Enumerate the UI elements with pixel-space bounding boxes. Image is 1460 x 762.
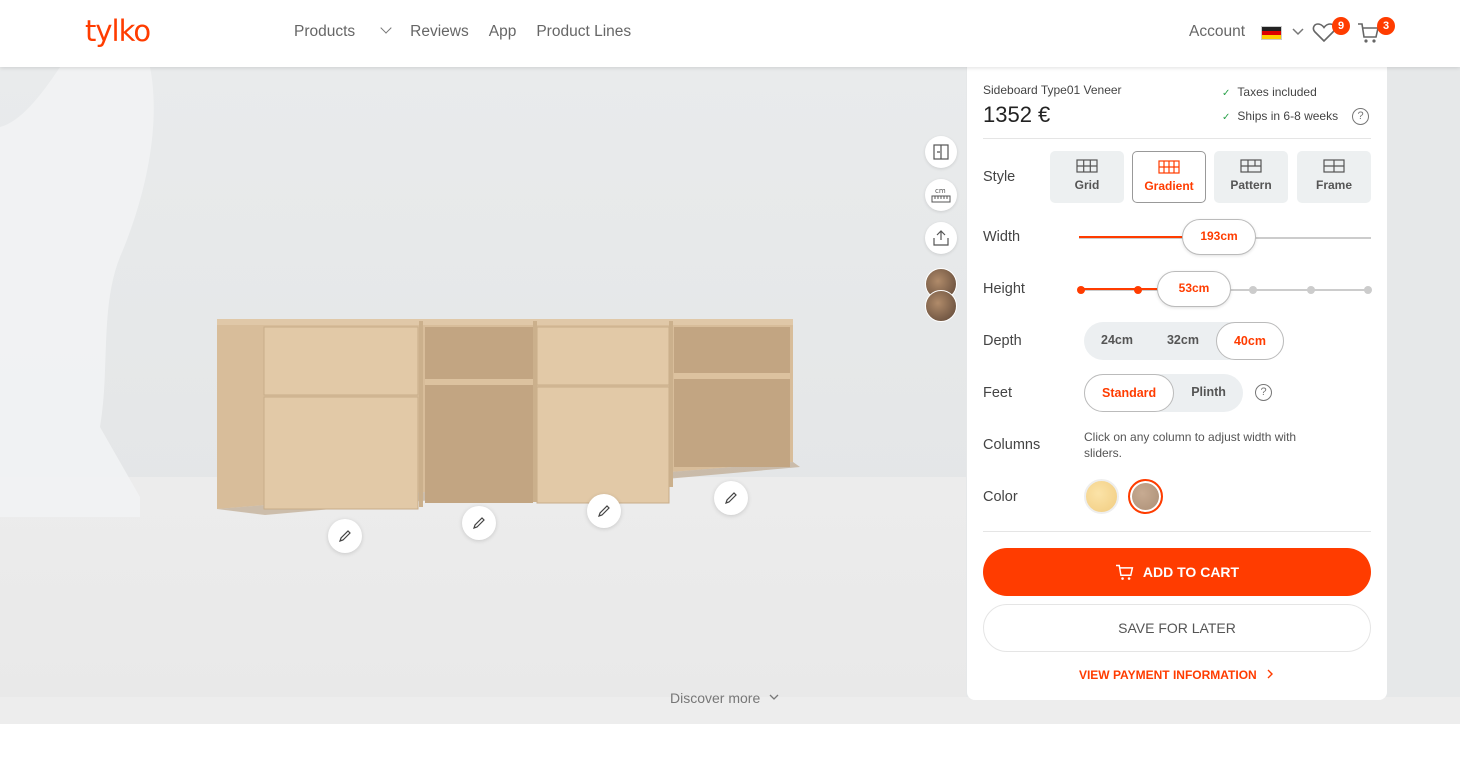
help-icon[interactable]: ?: [1255, 384, 1272, 401]
depth-option-24[interactable]: 24cm: [1084, 322, 1150, 360]
width-slider-handle[interactable]: 193cm: [1182, 219, 1256, 255]
nav-reviews[interactable]: Reviews: [410, 23, 469, 41]
germany-flag-icon[interactable]: [1261, 26, 1282, 40]
save-for-later-button[interactable]: SAVE FOR LATER: [983, 604, 1371, 652]
style-pattern-label: Pattern: [1230, 178, 1272, 192]
check-icon: ✓: [1222, 88, 1231, 99]
dimensions-icon: cm: [931, 187, 951, 203]
product-name: Sideboard Type01 Veneer: [983, 83, 1122, 97]
shipping-time: ✓ Ships in 6-8 weeks: [1222, 109, 1338, 123]
style-frame-label: Frame: [1315, 178, 1353, 192]
taxes-included-label: Taxes included: [1237, 85, 1317, 99]
main-nav: Products Reviews App Product Lines: [294, 22, 651, 41]
height-step[interactable]: [1249, 286, 1257, 294]
style-pattern-button[interactable]: Pattern: [1214, 151, 1288, 203]
chevron-down-icon[interactable]: [1292, 24, 1304, 40]
pencil-icon: [339, 530, 351, 542]
columns-label: Columns: [983, 437, 1041, 453]
color-swatch-oak[interactable]: [1128, 479, 1163, 514]
style-frame-button[interactable]: Frame: [1297, 151, 1371, 203]
share-button[interactable]: [925, 222, 957, 254]
cart-count-badge: 3: [1377, 17, 1395, 35]
style-gradient-label: Gradient: [1144, 179, 1194, 193]
style-label: Style: [983, 169, 1016, 185]
chevron-down-icon: [380, 22, 392, 34]
height-slider-fill: [1081, 288, 1157, 290]
color-label: Color: [983, 489, 1018, 505]
add-to-cart-label: ADD TO CART: [1142, 564, 1240, 580]
wishlist-count-badge: 9: [1332, 17, 1350, 35]
svg-text:cm: cm: [935, 187, 946, 195]
viewer-tools: cm: [925, 136, 957, 265]
edit-column-2-button[interactable]: [462, 506, 496, 540]
dimensions-button[interactable]: cm: [925, 179, 957, 211]
taxes-included: ✓ Taxes included: [1222, 85, 1317, 99]
product-price: 1352 €: [983, 102, 1051, 127]
width-label: Width: [983, 229, 1021, 245]
pencil-icon: [598, 505, 610, 517]
view-thumbnails[interactable]: [925, 268, 959, 326]
color-swatch-ash[interactable]: [1084, 479, 1119, 514]
chevron-down-icon: [769, 694, 779, 700]
open-doors-button[interactable]: [925, 136, 957, 168]
pencil-icon: [473, 517, 485, 529]
depth-label: Depth: [983, 333, 1022, 349]
columns-hint: Click on any column to adjust width with…: [1084, 430, 1297, 460]
style-grid-label: Grid: [1074, 178, 1100, 192]
view-payment-information-link[interactable]: VIEW PAYMENT INFORMATION: [967, 668, 1387, 682]
height-step[interactable]: [1077, 286, 1085, 294]
configurator-panel: Sideboard Type01 Veneer 1352 € ✓ Taxes in…: [967, 67, 1387, 700]
height-step[interactable]: [1364, 286, 1372, 294]
pencil-icon: [725, 492, 737, 504]
room-view-thumbnail-2[interactable]: [925, 290, 957, 322]
shipping-time-label: Ships in 6-8 weeks: [1237, 109, 1339, 123]
cart-icon: [1115, 564, 1134, 580]
divider: [983, 531, 1371, 532]
account-link[interactable]: Account: [1189, 23, 1245, 41]
divider: [983, 138, 1371, 139]
nav-products-label: Products: [294, 23, 356, 40]
height-label: Height: [983, 281, 1025, 297]
tylko-logo[interactable]: tylko: [85, 14, 151, 48]
add-to-cart-button[interactable]: ADD TO CART: [983, 548, 1371, 596]
height-step[interactable]: [1134, 286, 1142, 294]
depth-selector: 24cm 32cm 40cm: [1084, 322, 1284, 360]
depth-option-40[interactable]: 40cm: [1215, 322, 1284, 360]
nav-products[interactable]: Products: [294, 22, 392, 41]
gradient-style-icon: [1158, 160, 1180, 174]
frame-style-icon: [1323, 159, 1345, 173]
person-silhouette: [0, 67, 154, 517]
nav-product-lines[interactable]: Product Lines: [536, 23, 631, 41]
open-doors-icon: [933, 144, 949, 160]
feet-option-standard[interactable]: Standard: [1084, 374, 1175, 412]
width-slider-fill: [1079, 236, 1184, 238]
height-step[interactable]: [1307, 286, 1315, 294]
edit-column-1-button[interactable]: [328, 519, 362, 553]
depth-option-32[interactable]: 32cm: [1150, 322, 1216, 360]
site-header: tylko Products Reviews App Product Lines…: [0, 0, 1460, 67]
discover-more-link[interactable]: Discover more: [670, 690, 780, 706]
edit-column-4-button[interactable]: [714, 481, 748, 515]
chevron-right-icon: [1267, 669, 1274, 679]
feet-label: Feet: [983, 385, 1013, 401]
pattern-style-icon: [1240, 159, 1262, 173]
style-grid-button[interactable]: Grid: [1050, 151, 1124, 203]
height-slider-handle[interactable]: 53cm: [1157, 271, 1231, 307]
edit-column-3-button[interactable]: [587, 494, 621, 528]
help-icon[interactable]: ?: [1352, 108, 1369, 125]
check-icon: ✓: [1222, 112, 1231, 123]
feet-selector: Standard Plinth: [1084, 374, 1243, 412]
feet-option-plinth[interactable]: Plinth: [1174, 374, 1243, 412]
payment-info-label: VIEW PAYMENT INFORMATION: [1078, 668, 1257, 682]
grid-style-icon: [1076, 159, 1098, 173]
style-gradient-button[interactable]: Gradient: [1132, 151, 1206, 203]
share-icon: [933, 230, 949, 246]
nav-app[interactable]: App: [489, 23, 517, 41]
discover-more-label: Discover more: [670, 690, 761, 706]
